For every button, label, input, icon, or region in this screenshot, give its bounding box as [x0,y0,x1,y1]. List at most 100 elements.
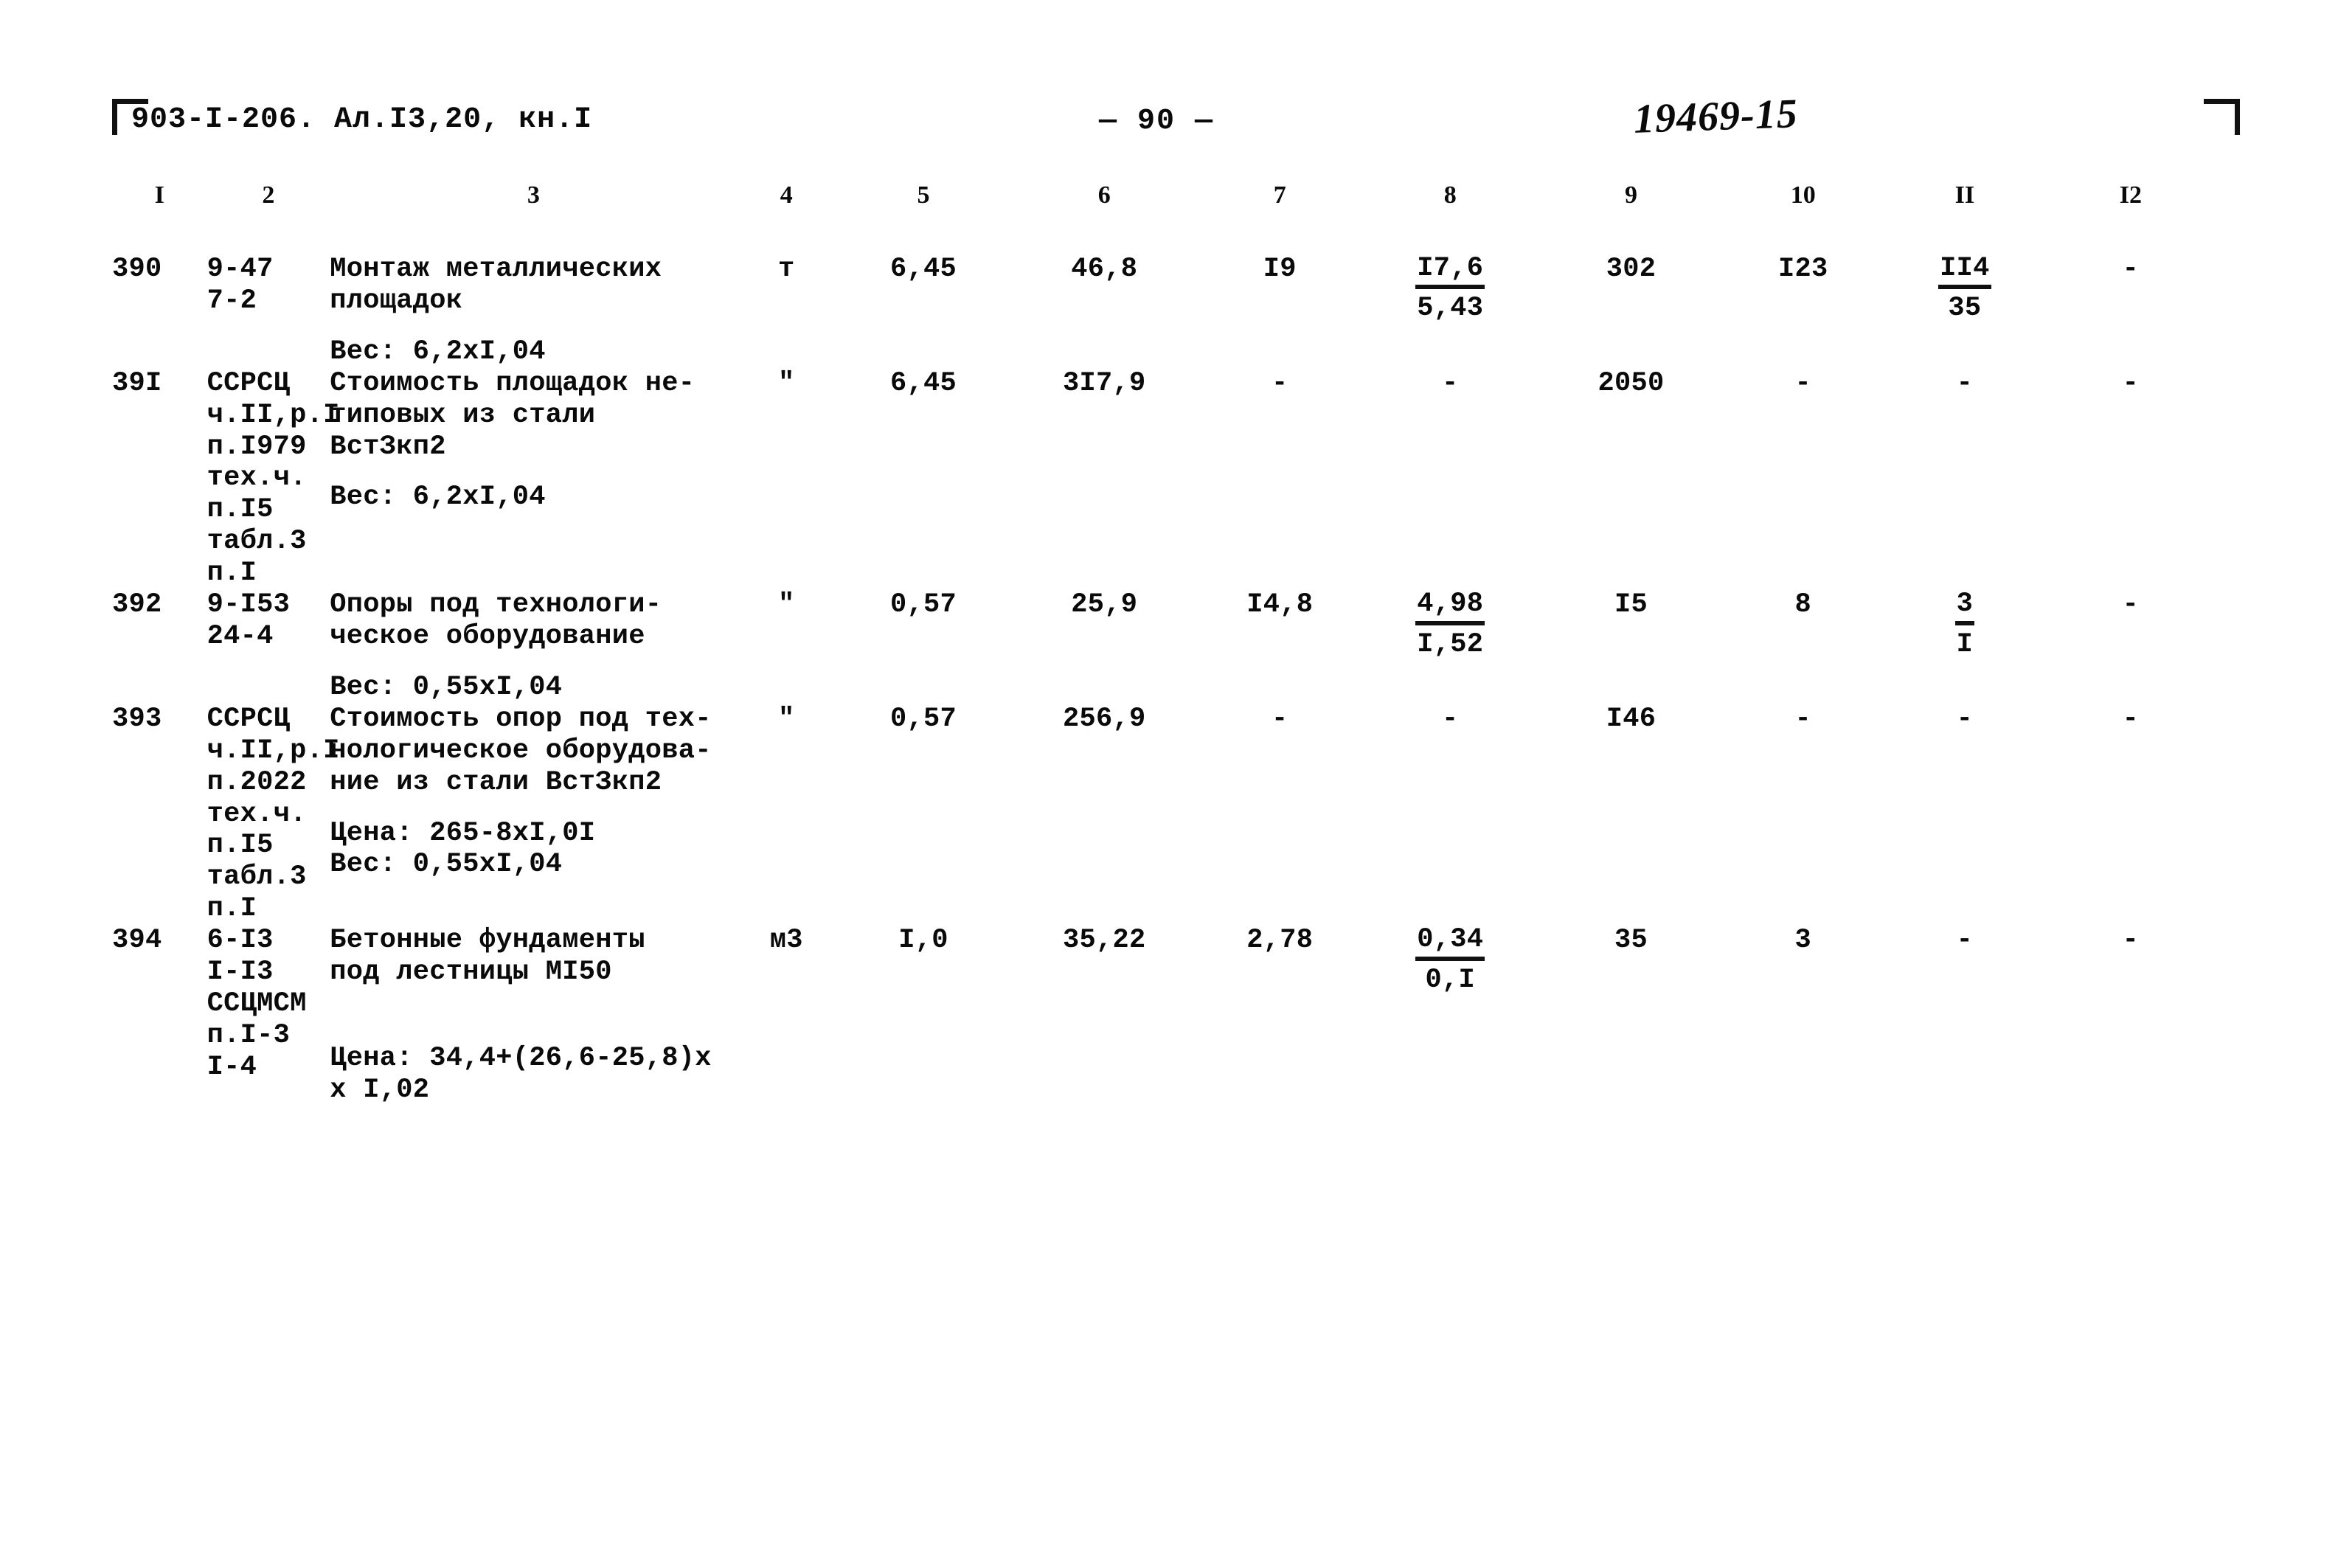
row-col12: - [2122,703,2140,735]
column-header-10: 10 [1790,181,1816,209]
fraction-numerator: I7,6 [1415,253,1485,290]
row-col5: I,0 [898,925,948,957]
row-col11: II4 35 [1882,227,2047,368]
row-col8: 0,34 0,I [1362,924,1538,1106]
column-header-4: 4 [780,181,793,209]
row-norm-code: ССРСЦ ч.II,р.I п.I979 тех.ч. п.I5 табл.3… [207,367,340,589]
description-note: Вес: 6,2хI,04 [330,482,546,513]
row-col6: 25,9 [1071,589,1138,621]
row-col9: 35 [1614,925,1648,957]
row-col11: - [1956,925,1974,957]
row-norm-code: ССРСЦ ч.II,р.I п.2022 тех.ч. п.I5 табл.3… [207,703,340,925]
fraction-denominator: I [1956,628,1974,660]
row-unit: " [778,367,795,399]
row-col9: 2050 [1598,367,1665,399]
row-col12: - [2122,589,2140,621]
fraction-col8: 0,34 0,I [1415,924,1485,996]
description-main: Бетонные фундаменты под лестницы МI50 [330,925,645,988]
document-code: 903-I-206. Ал.I3,20, кн.I [131,103,593,136]
row-description: Опоры под технологи- ческое оборудование… [330,589,737,704]
description-main: Стоимость площадок не- типовых из стали … [330,367,695,462]
column-header-1: I [154,181,164,209]
row-col8: - [1441,367,1459,399]
row-col7: - [1272,703,1288,735]
description-note: Вес: 0,55хI,04 [330,671,563,703]
row-col7: - [1272,367,1288,399]
description-main: Стоимость опор под тех- нологическое обо… [330,703,712,798]
description-main: Опоры под технологи- ческое оборудование [330,589,662,652]
row-col9: 302 [1606,254,1657,285]
column-header-3: 3 [527,181,540,209]
fraction-col8: I7,6 5,43 [1415,253,1485,325]
estimate-table: I 2 3 4 5 6 7 8 9 10 II I2 390 9-47 7-2 … [112,181,2214,1106]
column-header-9: 9 [1624,181,1637,209]
row-col5: 6,45 [889,367,957,399]
row-unit: м3 [769,925,803,957]
page-header: 903-I-206. Ал.I3,20, кн.I — 90 — 19469-1… [0,91,2352,170]
row-col7: 2,78 [1246,925,1314,957]
column-header-6: 6 [1097,181,1111,209]
fraction-numerator: 0,34 [1415,924,1485,961]
row-col9: I46 [1606,703,1657,735]
description-note: Вес: 6,2хI,04 [330,336,546,367]
fraction-numerator: II4 [1938,253,1991,290]
table-body: 390 9-47 7-2 Монтаж металлических площад… [112,227,2214,1106]
row-number: 39I [112,367,162,399]
row-col12: - [2122,367,2140,399]
description-note: Цена: 34,4+(26,6-25,8)х х I,02 [330,1042,712,1106]
row-norm-code: 6-I3 I-I3 ССЦМСМ п.I-3 I-4 [207,925,307,1083]
row-col6: 35,22 [1062,925,1146,957]
row-description: Монтаж металлических площадок Вес: 6,2хI… [330,227,737,368]
row-col11: 3 I [1882,589,2047,704]
description-main: Монтаж металлических площадок [330,254,662,316]
row-col10: - [1794,367,1812,399]
fraction-col8: 4,98 I,52 [1415,589,1485,660]
row-col11: - [1956,703,1974,735]
row-col12: - [2122,254,2140,285]
table-row: 393 ССРСЦ ч.II,р.I п.2022 тех.ч. п.I5 та… [112,704,2214,925]
column-header-12: I2 [2119,181,2142,209]
fraction-denominator: 35 [1948,293,1982,325]
estimate-table-container: I 2 3 4 5 6 7 8 9 10 II I2 390 9-47 7-2 … [112,181,2214,1106]
description-note: Цена: 265-8хI,0I Вес: 0,55хI,04 [330,817,596,881]
row-col6: 256,9 [1062,703,1146,735]
row-col8: 4,98 I,52 [1362,589,1538,704]
row-description: Стоимость опор под тех- нологическое обо… [330,704,737,925]
row-col9: I5 [1614,589,1648,621]
row-number: 393 [112,703,162,735]
row-number: 394 [112,925,162,957]
fraction-numerator: 3 [1954,589,1975,625]
row-norm-code: 9-I53 24-4 [207,589,291,652]
table-row: 390 9-47 7-2 Монтаж металлических площад… [112,227,2214,368]
row-col5: 0,57 [889,703,957,735]
row-description: Стоимость площадок не- типовых из стали … [330,368,737,589]
row-col10: 8 [1794,589,1812,621]
row-number: 392 [112,589,162,621]
row-unit: " [778,589,795,621]
row-col11: - [1956,367,1974,399]
column-header-2: 2 [262,181,275,209]
row-unit: т [778,254,795,285]
table-row: 392 9-I53 24-4 Опоры под технологи- ческ… [112,589,2214,704]
page-number: — 90 — [1099,105,1215,138]
column-header-7: 7 [1273,181,1286,209]
table-row: 394 6-I3 I-I3 ССЦМСМ п.I-3 I-4 Бетонные … [112,924,2214,1106]
column-header-5: 5 [917,181,930,209]
column-header-8: 8 [1443,181,1457,209]
fraction-col11: II4 35 [1938,253,1991,325]
row-col10: 3 [1794,925,1812,957]
table-row: 39I ССРСЦ ч.II,р.I п.I979 тех.ч. п.I5 та… [112,368,2214,589]
fraction-numerator: 4,98 [1415,589,1485,625]
column-header-11: II [1954,181,1975,209]
row-unit: " [778,703,795,735]
row-col8: - [1441,703,1459,735]
row-col10: - [1794,703,1812,735]
fraction-denominator: 5,43 [1417,293,1484,325]
row-col8: I7,6 5,43 [1362,227,1538,368]
row-col5: 6,45 [889,254,957,285]
row-col6: 46,8 [1071,254,1138,285]
row-col10: I23 [1778,254,1828,285]
row-col7: I9 [1263,254,1297,285]
row-col12: - [2122,925,2140,957]
row-col6: 3I7,9 [1062,367,1146,399]
